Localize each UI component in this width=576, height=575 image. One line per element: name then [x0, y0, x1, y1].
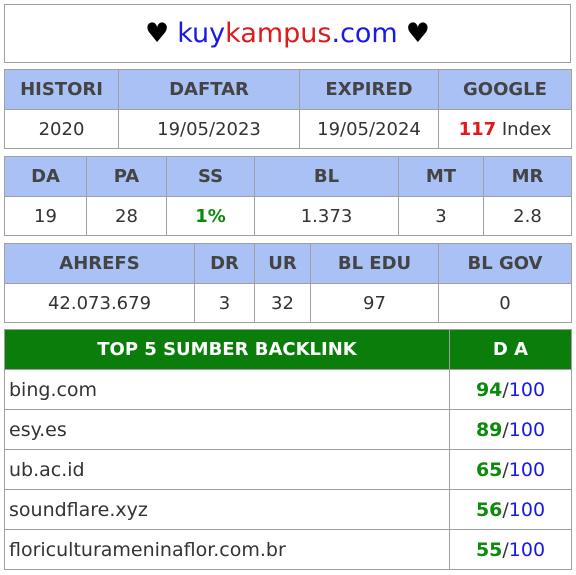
backlink-site: esy.es	[4, 409, 450, 450]
header-google: GOOGLE	[438, 69, 572, 110]
table-row: bing.com 94/100	[4, 369, 572, 410]
daftar-value: 19/05/2023	[118, 109, 300, 149]
header-pa: PA	[86, 156, 167, 197]
backlink-da: 56/100	[449, 489, 572, 530]
table-row: soundflare.xyz 56/100	[4, 489, 572, 530]
header-histori: HISTORI	[4, 69, 119, 110]
header-mt: MT	[398, 156, 484, 197]
table-row: esy.es 89/100	[4, 409, 572, 450]
histori-value: 2020	[4, 109, 119, 149]
header-expired: EXPIRED	[299, 69, 439, 110]
header-mr: MR	[483, 156, 572, 197]
google-index-value: 117 Index	[438, 109, 572, 149]
heart-right-icon: ♥	[405, 18, 430, 49]
ahrefs-table: AHREFS DR UR BL EDU BL GOV 42.073.679 3 …	[4, 243, 572, 323]
bl-value: 1.373	[254, 196, 399, 236]
backlink-site: soundflare.xyz	[4, 489, 450, 530]
domain-info-table: HISTORI DAFTAR EXPIRED GOOGLE 2020 19/05…	[4, 69, 572, 149]
header-ss: SS	[166, 156, 255, 197]
header-bl-edu: BL EDU	[310, 243, 439, 284]
ahrefs-value: 42.073.679	[4, 283, 195, 323]
bl-edu-value: 97	[310, 283, 439, 323]
expired-value: 19/05/2024	[299, 109, 439, 149]
header-dr: DR	[194, 243, 255, 284]
ur-value: 32	[254, 283, 311, 323]
backlink-da: 65/100	[449, 449, 572, 490]
header-daftar: DAFTAR	[118, 69, 300, 110]
header-da: DA	[4, 156, 87, 197]
backlink-da: 55/100	[449, 529, 572, 570]
domain-name: kuykampus.com	[177, 18, 398, 49]
backlink-da: 94/100	[449, 369, 572, 410]
header-top5-backlink: TOP 5 SUMBER BACKLINK	[4, 329, 450, 370]
header-ahrefs: AHREFS	[4, 243, 195, 284]
header-bl-gov: BL GOV	[438, 243, 572, 284]
ss-value: 1%	[166, 196, 255, 236]
bl-gov-value: 0	[438, 283, 572, 323]
header-ur: UR	[254, 243, 311, 284]
site-title: ♥ kuykampus.com ♥	[4, 4, 571, 63]
backlink-site: ub.ac.id	[4, 449, 450, 490]
pa-value: 28	[86, 196, 167, 236]
dr-value: 3	[194, 283, 255, 323]
mr-value: 2.8	[483, 196, 572, 236]
backlink-site: bing.com	[4, 369, 450, 410]
table-row: ub.ac.id 65/100	[4, 449, 572, 490]
header-bl: BL	[254, 156, 399, 197]
backlink-da: 89/100	[449, 409, 572, 450]
backlink-table: TOP 5 SUMBER BACKLINK D A bing.com 94/10…	[4, 329, 572, 570]
backlink-site: floriculturameninaflor.com.br	[4, 529, 450, 570]
header-backlink-da: D A	[449, 329, 572, 370]
heart-left-icon: ♥	[145, 18, 170, 49]
da-value: 19	[4, 196, 87, 236]
metrics-table: DA PA SS BL MT MR 19 28 1% 1.373 3 2.8	[4, 156, 572, 236]
mt-value: 3	[398, 196, 484, 236]
table-row: floriculturameninaflor.com.br 55/100	[4, 529, 572, 570]
